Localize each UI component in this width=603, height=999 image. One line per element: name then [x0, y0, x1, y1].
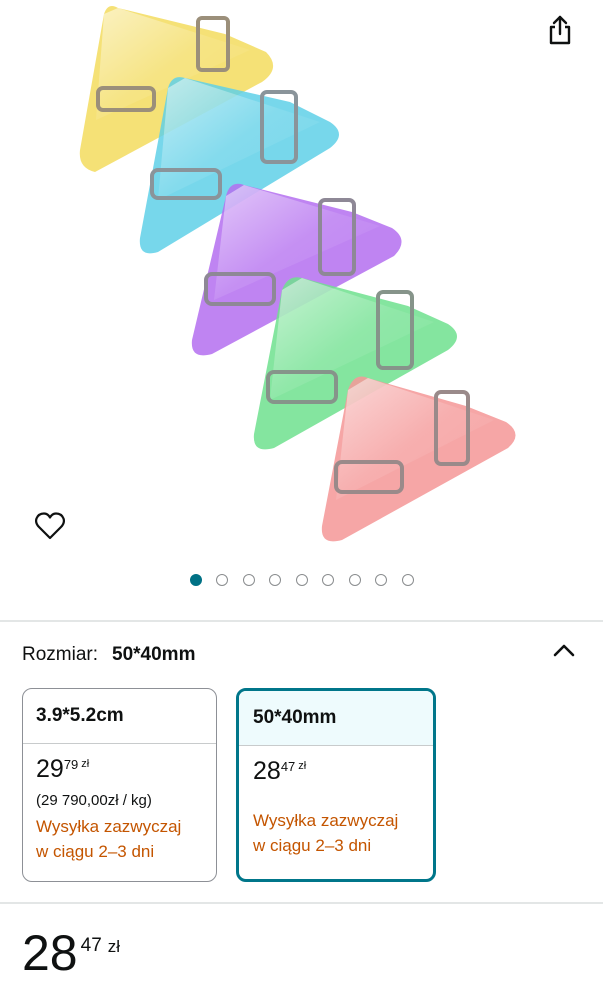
price-fraction: 47 — [280, 759, 296, 774]
pagination-dot[interactable] — [216, 574, 228, 586]
main-price: 28 47 zł — [22, 928, 120, 978]
main-price-whole: 28 — [22, 925, 78, 981]
price-fraction: 79 — [63, 757, 79, 772]
product-image[interactable] — [0, 0, 603, 560]
shipping-info: Wysyłka zazwyczaj w ciągu 2–3 dni — [36, 814, 216, 864]
image-pagination — [0, 574, 603, 586]
divider — [0, 902, 603, 904]
size-option-50x40mm[interactable]: 50*40mm 28 47 zł Wysyłka zazwyczaj w cią… — [236, 688, 436, 882]
option-name: 3.9*5.2cm — [23, 689, 216, 744]
pagination-dot[interactable] — [242, 574, 255, 586]
variation-label: Rozmiar: — [22, 644, 99, 665]
share-button[interactable] — [540, 10, 580, 50]
shipping-line: Wysyłka zazwyczaj — [253, 811, 399, 830]
option-price: 29 79 zł — [36, 757, 216, 782]
pagination-dot[interactable] — [401, 574, 414, 586]
price-currency: zł — [81, 758, 90, 770]
shipping-line: w ciągu 2–3 dni — [36, 842, 155, 861]
unit-price: (29 790,00zł / kg) — [36, 792, 152, 809]
divider — [0, 620, 603, 622]
add-to-wishlist-button[interactable] — [30, 506, 70, 546]
selected-size: 50*40mm — [112, 644, 196, 665]
size-option-3-9x5-2cm[interactable]: 3.9*5.2cm 29 79 zł (29 790,00zł / kg) Wy… — [22, 688, 217, 882]
pagination-dot[interactable] — [189, 574, 202, 586]
pagination-dot[interactable] — [375, 574, 387, 586]
price-whole: 29 — [36, 755, 64, 783]
pagination-dot[interactable] — [322, 574, 334, 586]
main-price-fraction: 47 — [80, 935, 102, 956]
main-price-currency: zł — [107, 937, 121, 956]
option-name: 50*40mm — [239, 691, 433, 746]
option-price: 28 47 zł — [253, 759, 433, 784]
variation-header: Rozmiar: 50*40mm — [22, 642, 582, 668]
shipping-info: Wysyłka zazwyczaj w ciągu 2–3 dni — [253, 808, 433, 858]
share-icon — [549, 15, 571, 45]
shipping-line: w ciągu 2–3 dni — [253, 836, 372, 855]
pagination-dot[interactable] — [295, 574, 308, 586]
price-whole: 28 — [253, 757, 281, 785]
clip-pink — [321, 376, 516, 542]
shipping-line: Wysyłka zazwyczaj — [36, 817, 182, 836]
pagination-dot[interactable] — [269, 574, 281, 586]
heart-outline-icon — [35, 512, 65, 540]
chevron-up-icon[interactable] — [551, 640, 577, 660]
product-image-gallery[interactable] — [0, 0, 603, 620]
pagination-dot[interactable] — [348, 574, 361, 586]
price-currency: zł — [298, 760, 307, 772]
